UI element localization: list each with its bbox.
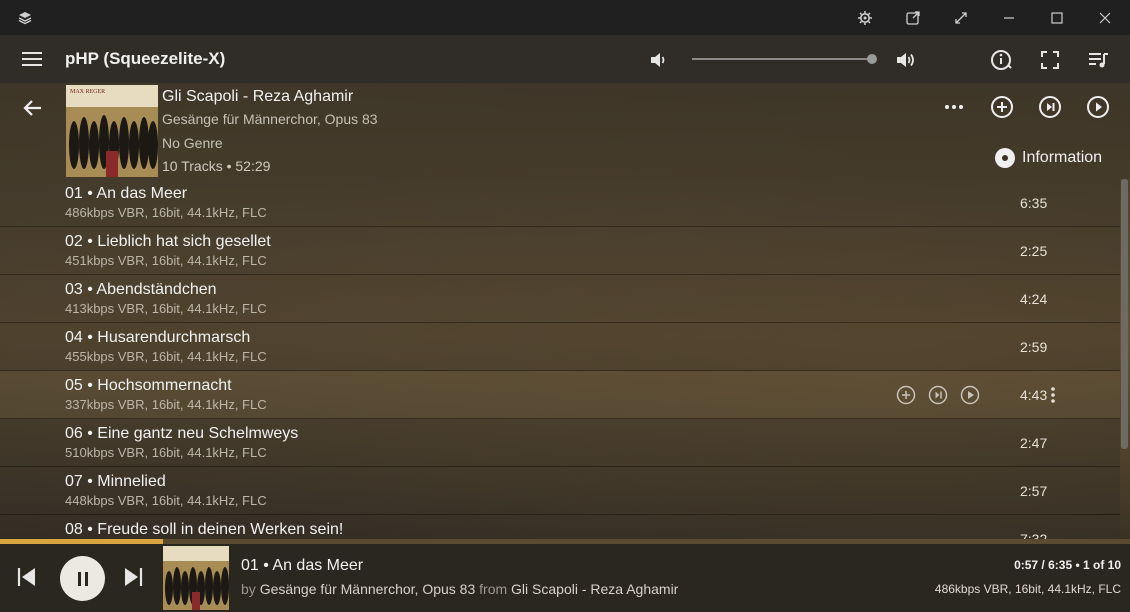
- external-link-icon[interactable]: [889, 0, 937, 35]
- close-icon[interactable]: [1081, 0, 1129, 35]
- queue-icon[interactable]: [1085, 47, 1111, 73]
- minimize-icon[interactable]: [985, 0, 1033, 35]
- play-all-icon[interactable]: [1086, 95, 1110, 119]
- now-playing-subtitle: by Gesänge für Männerchor, Opus 83 from …: [241, 581, 678, 597]
- track-format: 455kbps VBR, 16bit, 44.1kHz, FLC: [65, 349, 267, 364]
- player-name[interactable]: pHP (Squeezelite-X): [65, 49, 225, 69]
- toolbar: pHP (Squeezelite-X): [0, 35, 1130, 83]
- track-row[interactable]: 04 • Husarendurchmarsch 455kbps VBR, 16b…: [0, 323, 1120, 371]
- track-duration: 4:43: [1020, 387, 1048, 403]
- information-label: Information: [1022, 149, 1103, 166]
- pause-icon: [77, 571, 88, 586]
- now-playing-album[interactable]: Gesänge für Männerchor, Opus 83: [260, 581, 476, 597]
- album-genre[interactable]: No Genre: [162, 135, 223, 151]
- track-menu-icon[interactable]: [1046, 385, 1060, 405]
- track-format: 486kbps VBR, 16bit, 44.1kHz, FLC: [65, 205, 267, 220]
- track-format: 413kbps VBR, 16bit, 44.1kHz, FLC: [65, 301, 267, 316]
- track-format: 510kbps VBR, 16bit, 44.1kHz, FLC: [65, 445, 267, 460]
- now-playing-format: 486kbps VBR, 16bit, 44.1kHz, FLC: [934, 582, 1121, 596]
- player-info-icon[interactable]: [988, 47, 1014, 73]
- volume-slider[interactable]: [692, 58, 872, 60]
- track-format: 448kbps VBR, 16bit, 44.1kHz, FLC: [65, 493, 267, 508]
- track-list-scrollbar[interactable]: [1121, 179, 1128, 449]
- fullscreen-icon[interactable]: [1037, 47, 1063, 73]
- layers-icon[interactable]: [1, 0, 49, 35]
- add-to-queue-icon[interactable]: [990, 95, 1014, 119]
- more-options-icon[interactable]: [942, 95, 966, 119]
- track-format: 337kbps VBR, 16bit, 44.1kHz, FLC: [65, 397, 267, 412]
- by-label: by: [241, 581, 256, 597]
- pause-button[interactable]: [60, 556, 105, 601]
- information-button[interactable]: Information: [994, 147, 1102, 169]
- track-duration: 4:24: [1020, 291, 1048, 307]
- maximize-icon[interactable]: [1033, 0, 1081, 35]
- track-title: 08 • Freude soll in deinen Werken sein!: [65, 521, 344, 538]
- now-playing-cover[interactable]: [163, 546, 229, 610]
- album-stats: 10 Tracks • 52:29: [162, 158, 271, 174]
- track-duration: 2:47: [1020, 435, 1048, 451]
- now-playing-title[interactable]: 01 • An das Meer: [241, 557, 363, 575]
- volume-down-icon[interactable]: [646, 48, 670, 72]
- track-row[interactable]: 07 • Minnelied 448kbps VBR, 16bit, 44.1k…: [0, 467, 1120, 515]
- now-playing-artist[interactable]: Gli Scapoli - Reza Aghamir: [511, 581, 678, 597]
- track-duration: 2:59: [1020, 339, 1048, 355]
- hamburger-menu-icon[interactable]: [16, 47, 48, 71]
- track-duration: 2:25: [1020, 243, 1048, 259]
- play-icon[interactable]: [960, 385, 980, 405]
- play-next-icon[interactable]: [1038, 95, 1062, 119]
- title-bar: [0, 0, 1130, 35]
- from-label: from: [479, 581, 508, 597]
- track-row[interactable]: 08 • Freude soll in deinen Werken sein! …: [0, 515, 1120, 539]
- cover-title-text: MAX REGER: [70, 89, 105, 95]
- back-arrow-icon[interactable]: [20, 95, 46, 121]
- app-window: pHP (Squeezelite-X) MAX REGER Gli Scapol…: [0, 0, 1130, 612]
- track-title: 02 • Lieblich hat sich gesellet: [65, 233, 271, 250]
- now-playing-bar: 01 • An das Meer by Gesänge für Männerch…: [0, 544, 1130, 612]
- track-title: 01 • An das Meer: [65, 185, 188, 202]
- track-title: 07 • Minnelied: [65, 473, 166, 490]
- track-duration: 6:35: [1020, 195, 1048, 211]
- album-cover[interactable]: MAX REGER: [66, 85, 158, 177]
- gear-icon[interactable]: [841, 0, 889, 35]
- play-next-icon[interactable]: [928, 385, 948, 405]
- track-title: 03 • Abendständchen: [65, 281, 217, 298]
- now-playing-time: 0:57 / 6:35 • 1 of 10: [1014, 558, 1121, 572]
- track-title: 06 • Eine gantz neu Schelmweys: [65, 425, 299, 442]
- volume-slider-thumb[interactable]: [867, 54, 877, 64]
- track-row[interactable]: 01 • An das Meer 486kbps VBR, 16bit, 44.…: [0, 179, 1120, 227]
- volume-up-icon[interactable]: [894, 48, 918, 72]
- album-title: Gesänge für Männerchor, Opus 83: [162, 111, 378, 127]
- track-title: 05 • Hochsommernacht: [65, 377, 232, 394]
- disc-icon: [995, 148, 1015, 168]
- track-format: 451kbps VBR, 16bit, 44.1kHz, FLC: [65, 253, 267, 268]
- track-row[interactable]: 02 • Lieblich hat sich gesellet 451kbps …: [0, 227, 1120, 275]
- track-list: 01 • An das Meer 486kbps VBR, 16bit, 44.…: [0, 179, 1120, 539]
- track-row[interactable]: 05 • Hochsommernacht 337kbps VBR, 16bit,…: [0, 371, 1120, 419]
- album-header: MAX REGER Gli Scapoli - Reza Aghamir Ges…: [0, 83, 1130, 179]
- track-duration: 7:32: [1020, 531, 1048, 539]
- add-to-queue-icon[interactable]: [896, 385, 916, 405]
- album-artist[interactable]: Gli Scapoli - Reza Aghamir: [162, 88, 353, 106]
- previous-track-icon[interactable]: [14, 564, 40, 590]
- track-row[interactable]: 03 • Abendständchen 413kbps VBR, 16bit, …: [0, 275, 1120, 323]
- track-duration: 2:57: [1020, 483, 1048, 499]
- next-track-icon[interactable]: [120, 564, 146, 590]
- expand-icon[interactable]: [937, 0, 985, 35]
- track-row[interactable]: 06 • Eine gantz neu Schelmweys 510kbps V…: [0, 419, 1120, 467]
- track-title: 04 • Husarendurchmarsch: [65, 329, 251, 346]
